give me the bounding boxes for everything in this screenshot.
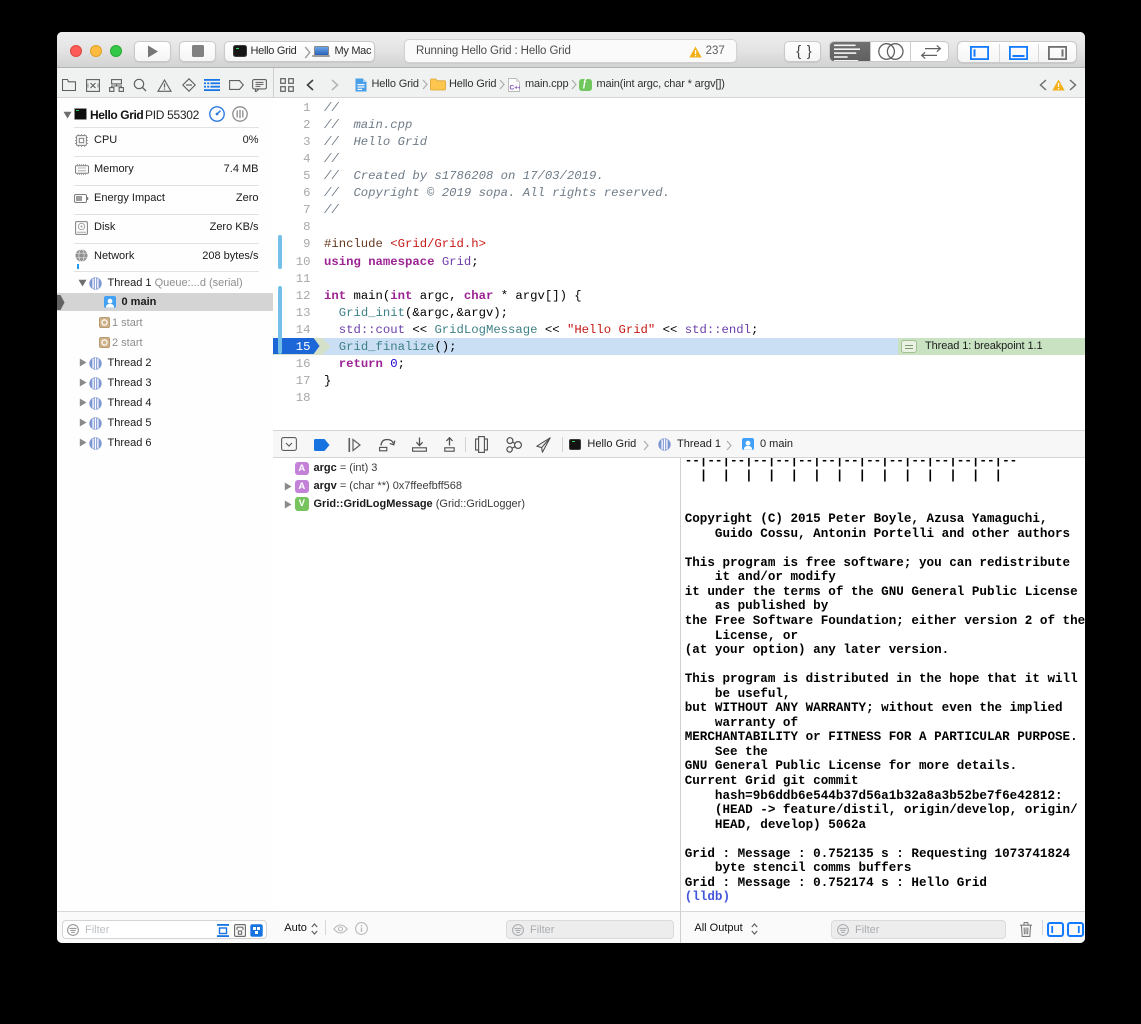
svg-text:C++: C++ [510, 84, 521, 91]
